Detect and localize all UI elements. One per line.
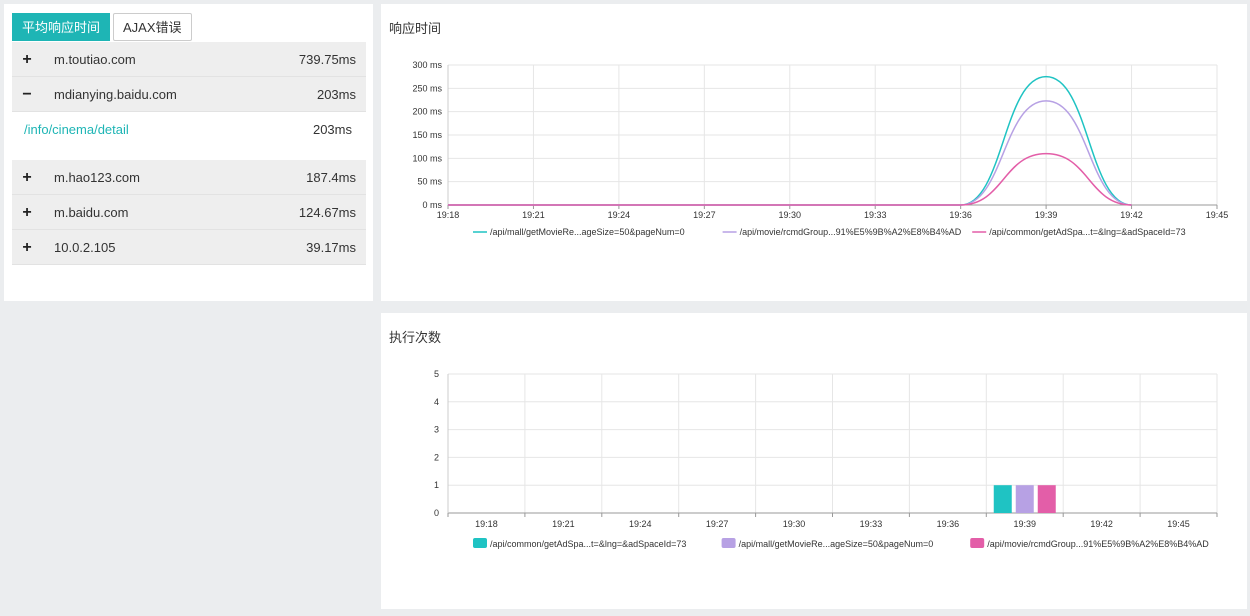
x-tick-label: 19:42 (1090, 519, 1113, 529)
host-row[interactable]: + m.toutiao.com 739.75ms (12, 42, 366, 77)
legend-swatch (721, 538, 736, 548)
x-tick-label: 19:36 (937, 519, 960, 529)
response-time-panel: 响应时间 0 ms 50 ms 100 ms 150 ms 200 ms 250 ms 30… (381, 4, 1247, 301)
host-name: m.toutiao.com (54, 52, 136, 67)
bar[interactable] (1037, 485, 1056, 513)
endpoint-row: /info/cinema/detail 203ms (12, 112, 366, 160)
bar[interactable] (1015, 485, 1034, 513)
endpoint-avg-time: 203ms (312, 122, 352, 137)
x-tick-label: 19:18 (475, 519, 498, 529)
y-tick-label: 300 ms (412, 60, 442, 70)
tab-ajax-errors[interactable]: AJAX错误 (113, 13, 192, 41)
collapse-icon[interactable]: − (21, 77, 33, 112)
bar[interactable] (993, 485, 1012, 513)
x-tick-label: 19:45 (1206, 210, 1229, 220)
host-panel: 平均响应时间 AJAX错误 + m.toutiao.com 739.75ms −… (4, 4, 373, 301)
x-tick-label: 19:36 (949, 210, 972, 220)
y-tick-label: 3 (434, 425, 439, 435)
y-tick-label: 4 (434, 397, 439, 407)
x-tick-label: 19:30 (783, 519, 806, 529)
x-tick-label: 19:24 (608, 210, 631, 220)
host-row[interactable]: + m.baidu.com 124.67ms (12, 195, 366, 230)
y-tick-label: 150 ms (412, 130, 442, 140)
x-tick-label: 19:39 (1035, 210, 1058, 220)
y-tick-label: 50 ms (417, 177, 442, 187)
x-tick-label: 19:27 (693, 210, 716, 220)
host-row[interactable]: + 10.0.2.105 39.17ms (12, 230, 366, 265)
x-tick-label: 19:39 (1013, 519, 1036, 529)
expand-icon[interactable]: + (21, 195, 33, 230)
y-tick-label: 100 ms (412, 153, 442, 163)
y-tick-label: 250 ms (412, 83, 442, 93)
x-tick-label: 19:33 (860, 519, 883, 529)
y-tick-label: 5 (434, 369, 439, 379)
host-name: m.hao123.com (54, 170, 140, 185)
host-avg-time: 203ms (316, 87, 356, 102)
legend-label: /api/movie/rcmdGroup...91%E5%9B%A2%E8%B4… (740, 227, 962, 237)
host-list: + m.toutiao.com 739.75ms − mdianying.bai… (12, 42, 366, 265)
x-tick-label: 19:21 (522, 210, 545, 220)
x-tick-label: 19:21 (552, 519, 575, 529)
tab-avg-response-time[interactable]: 平均响应时间 (12, 13, 111, 41)
host-row[interactable]: − mdianying.baidu.com 203ms (12, 77, 366, 112)
y-tick-label: 0 ms (422, 200, 442, 210)
execution-count-chart: 0 1 2 3 4 5 19:18 19:21 19:24 19:27 19:30 19:33 19:3… (434, 369, 1218, 549)
host-avg-time: 739.75ms (298, 52, 356, 67)
host-name: 10.0.2.105 (54, 240, 116, 255)
x-tick-label: 19:27 (706, 519, 729, 529)
legend-label: /api/mall/getMovieRe...ageSize=50&pageNu… (739, 539, 934, 549)
x-tick-label: 19:24 (629, 519, 652, 529)
x-tick-label: 19:45 (1167, 519, 1190, 529)
x-tick-label: 19:33 (864, 210, 887, 220)
x-tick-label: 19:18 (437, 210, 460, 220)
legend-label: /api/common/getAdSpa...t=&lng=&adSpaceId… (490, 539, 686, 549)
host-row[interactable]: + m.hao123.com 187.4ms (12, 160, 366, 195)
legend-label: /api/mall/getMovieRe...ageSize=50&pageNu… (490, 227, 685, 237)
host-avg-time: 124.67ms (298, 205, 356, 220)
response-time-chart: 0 ms 50 ms 100 ms 150 ms 200 ms 250 ms 300 ms 1… (412, 60, 1229, 237)
x-tick-label: 19:30 (779, 210, 802, 220)
host-name: mdianying.baidu.com (54, 87, 177, 102)
y-tick-label: 200 ms (412, 107, 442, 117)
y-tick-label: 2 (434, 452, 439, 462)
execution-count-panel: 执行次数 0 1 2 3 4 5 19:18 19:21 19:24 19:27 19:30 19:3… (381, 313, 1247, 609)
legend-swatch (970, 538, 985, 548)
tab-bar: 平均响应时间 AJAX错误 (12, 13, 192, 41)
host-name: m.baidu.com (54, 205, 129, 220)
expand-icon[interactable]: + (21, 160, 33, 195)
expand-icon[interactable]: + (21, 230, 33, 265)
legend-swatch (473, 538, 487, 548)
legend-label: /api/movie/rcmdGroup...91%E5%9B%A2%E8%B4… (987, 539, 1209, 549)
host-avg-time: 39.17ms (306, 240, 356, 255)
x-tick-label: 19:42 (1120, 210, 1143, 220)
expand-icon[interactable]: + (21, 42, 33, 77)
legend-label: /api/common/getAdSpa...t=&lng=&adSpaceId… (989, 227, 1185, 237)
host-avg-time: 187.4ms (306, 170, 356, 185)
y-tick-label: 0 (434, 508, 439, 518)
endpoint-link[interactable]: /info/cinema/detail (24, 112, 129, 147)
y-tick-label: 1 (434, 480, 439, 490)
